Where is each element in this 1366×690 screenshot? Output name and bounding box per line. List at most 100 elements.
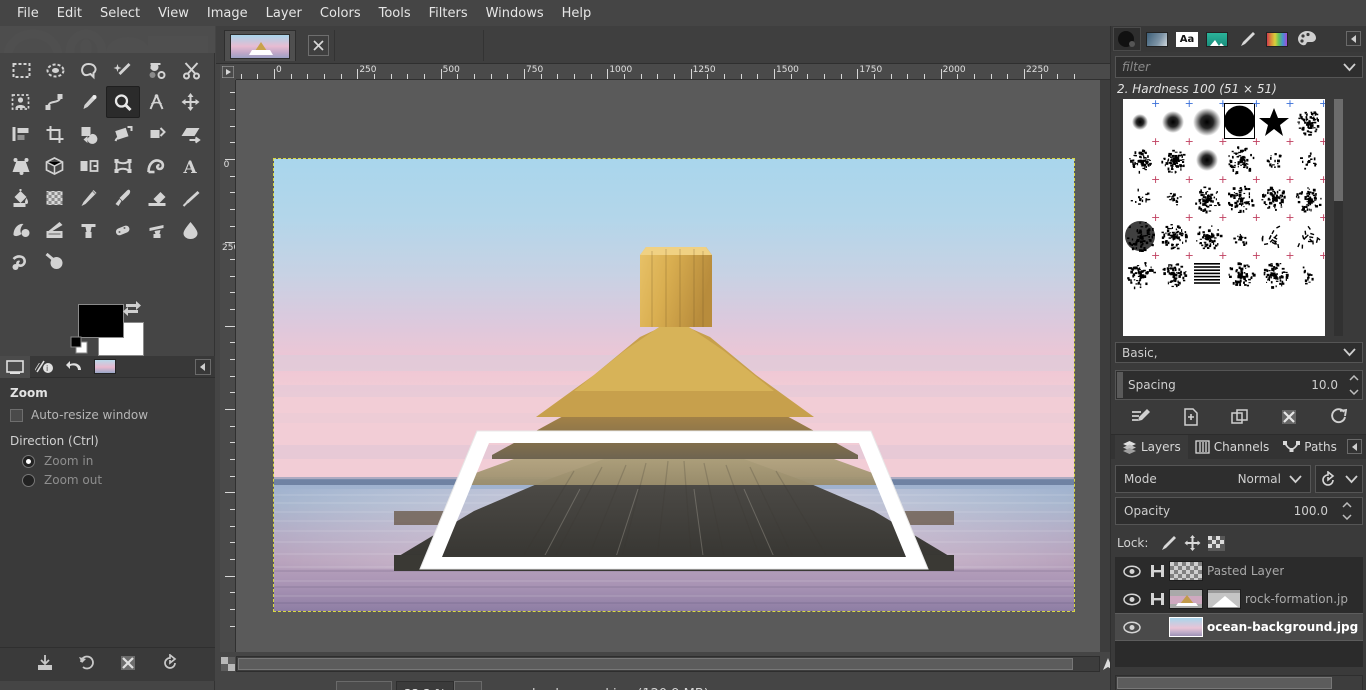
device-status-tab[interactable]: ⁄ i [30, 356, 60, 378]
select-by-color-icon[interactable] [140, 54, 174, 86]
layer-scroll-thumb[interactable] [1117, 677, 1332, 689]
text-icon[interactable]: A [174, 150, 208, 182]
move-icon[interactable] [174, 86, 208, 118]
ink-icon[interactable] [4, 214, 38, 246]
delete-brush-icon[interactable] [1280, 408, 1298, 429]
3d-transform-icon[interactable] [38, 150, 72, 182]
alignment-icon[interactable] [4, 118, 38, 150]
auto-resize-window-checkbox[interactable] [10, 409, 23, 422]
layer-opacity-field[interactable]: Opacity 100.0 [1115, 497, 1363, 525]
canvas-viewport[interactable] [236, 80, 1100, 652]
brush-spacing-field[interactable]: Spacing 10.0 [1115, 370, 1363, 400]
menu-filters[interactable]: Filters [420, 3, 477, 24]
unit-selector[interactable]: px [336, 681, 392, 690]
crop-icon[interactable] [38, 118, 72, 150]
close-tab-button[interactable] [308, 35, 329, 56]
refresh-brushes-icon[interactable] [1329, 408, 1347, 429]
brushes-dock-collapse-button[interactable] [1346, 31, 1361, 46]
horizontal-scroll-thumb[interactable] [238, 658, 1073, 670]
vertical-ruler[interactable]: 0 250 [220, 80, 236, 652]
menu-image[interactable]: Image [198, 3, 257, 24]
dodge-burn-icon[interactable] [38, 246, 72, 278]
opacity-spinner[interactable] [1340, 499, 1354, 523]
zoom-in-radio[interactable] [22, 455, 35, 468]
layer-mode-row[interactable]: Mode Normal [1115, 465, 1311, 493]
lock-pixels-icon[interactable] [1156, 533, 1180, 553]
foreground-color-swatch[interactable] [78, 304, 124, 338]
menu-layer[interactable]: Layer [257, 3, 311, 24]
pencil-icon[interactable] [72, 182, 106, 214]
layer-mode-switch-button[interactable] [1315, 465, 1363, 493]
paths-icon[interactable] [38, 86, 72, 118]
ellipse-select-icon[interactable] [38, 54, 72, 86]
tab-paths[interactable]: Paths [1276, 435, 1344, 459]
canvas-horizontal-scrollbar[interactable] [236, 656, 1100, 672]
auto-resize-window-row[interactable]: Auto-resize window [10, 408, 207, 422]
palettes-tab[interactable] [1263, 27, 1291, 51]
warp-transform-icon[interactable] [140, 150, 174, 182]
shear-icon[interactable] [174, 118, 208, 150]
zoom-in-radio-row[interactable]: Zoom in [22, 454, 207, 468]
layer-list[interactable]: Pasted Layer rock-formation.jp ocean-backg… [1115, 557, 1363, 667]
measure-icon[interactable] [140, 86, 174, 118]
zoom-out-radio-row[interactable]: Zoom out [22, 473, 207, 487]
patterns-tab[interactable] [1143, 27, 1171, 51]
horizontal-ruler[interactable]: 0 250 500 750 1000 1250 1500 1750 2000 2250 [236, 64, 1110, 80]
canvas-vertical-scrollbar[interactable] [1100, 80, 1110, 652]
handle-transform-icon[interactable] [140, 118, 174, 150]
airbrush-icon[interactable] [174, 182, 208, 214]
new-brush-icon[interactable] [1182, 408, 1200, 429]
edit-brush-icon[interactable] [1131, 408, 1151, 429]
spacing-slider-grip[interactable] [1117, 372, 1123, 398]
menu-colors[interactable]: Colors [311, 3, 370, 24]
paint-dynamics-tab[interactable] [1233, 27, 1261, 51]
perspective-clone-icon[interactable] [140, 214, 174, 246]
unified-transform-icon[interactable] [106, 118, 140, 150]
rectangle-select-icon[interactable] [4, 54, 38, 86]
gradient-icon[interactable] [38, 182, 72, 214]
brush-tag-selector[interactable]: Basic, [1115, 342, 1363, 363]
brush-grid-scrollbar[interactable] [1334, 99, 1343, 336]
spacing-spinner[interactable] [1347, 371, 1361, 399]
reset-colors-icon[interactable] [70, 336, 88, 354]
layer-link-icon[interactable] [1145, 592, 1169, 606]
color-picker-icon[interactable] [72, 86, 106, 118]
zoom-level-dropdown[interactable] [454, 681, 482, 690]
undo-history-tab[interactable] [60, 356, 90, 378]
perspective-icon[interactable] [4, 150, 38, 182]
tab-channels[interactable]: Channels [1188, 435, 1277, 459]
quick-mask-toggle-icon[interactable] [220, 656, 236, 672]
fonts-tab[interactable]: Aa [1173, 27, 1201, 51]
reset-tool-options-icon[interactable] [161, 654, 179, 675]
tool-options-tab[interactable] [0, 356, 30, 378]
eraser-icon[interactable] [140, 182, 174, 214]
menu-help[interactable]: Help [553, 3, 601, 24]
layer-visibility-icon[interactable] [1119, 565, 1145, 578]
image-tab[interactable] [224, 30, 296, 61]
cage-transform-icon[interactable] [106, 150, 140, 182]
smudge-icon[interactable] [4, 246, 38, 278]
layer-visibility-icon[interactable] [1119, 621, 1145, 634]
layer-link-icon[interactable] [1145, 564, 1169, 578]
swap-colors-icon[interactable] [122, 300, 142, 318]
brush-grid[interactable]: + + + + + + + + + + + + + + + + + + + + + + + + + + + + + + [1123, 99, 1325, 336]
menu-windows[interactable]: Windows [477, 3, 553, 24]
menu-view[interactable]: View [149, 3, 198, 24]
duplicate-brush-icon[interactable] [1231, 408, 1249, 429]
zoom-level-field[interactable]: 33.3 % [396, 681, 454, 690]
bucket-fill-icon[interactable] [4, 182, 38, 214]
fuzzy-select-icon[interactable] [106, 54, 140, 86]
foreground-select-icon[interactable] [4, 86, 38, 118]
zoom-icon[interactable] [106, 86, 140, 118]
lock-alpha-icon[interactable] [1204, 533, 1228, 553]
canvas-image[interactable] [274, 159, 1074, 611]
lock-position-icon[interactable] [1180, 533, 1204, 553]
layer-list-scrollbar[interactable] [1115, 675, 1363, 690]
brush-filter-input[interactable]: filter [1115, 56, 1363, 78]
flip-icon[interactable] [72, 150, 106, 182]
delete-tool-preset-icon[interactable] [119, 654, 137, 675]
heal-icon[interactable] [106, 214, 140, 246]
save-tool-preset-icon[interactable] [36, 654, 54, 675]
menu-tools[interactable]: Tools [370, 3, 420, 24]
layer-row[interactable]: rock-formation.jp [1115, 585, 1363, 613]
